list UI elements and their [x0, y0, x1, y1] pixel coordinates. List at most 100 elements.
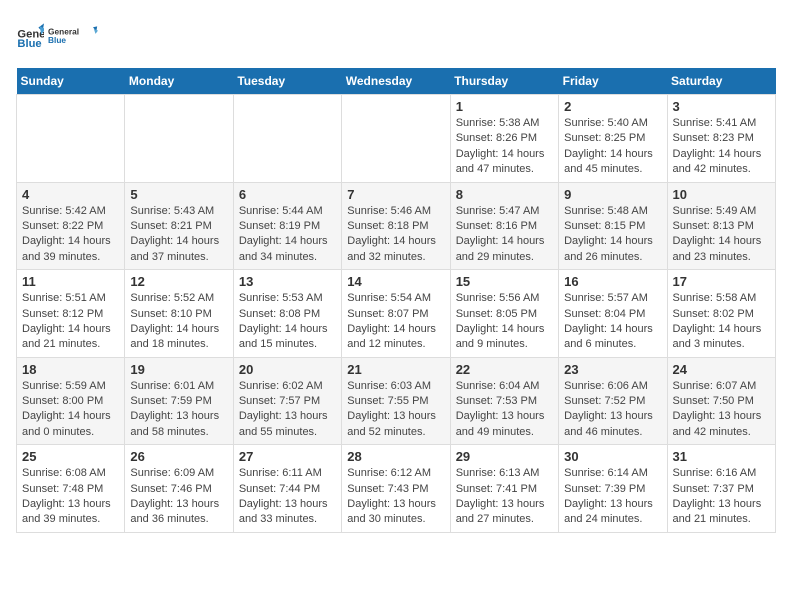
day-info: Sunrise: 6:16 AMSunset: 7:37 PMDaylight:… — [673, 466, 770, 528]
calendar-cell: 30Sunrise: 6:14 AMSunset: 7:39 PMDayligh… — [559, 445, 667, 533]
calendar-cell: 3 Sunrise: 5:41 AMSunset: 8:23 PMDaylight… — [667, 95, 775, 183]
calendar-cell: 13 Sunrise: 5:53 AMSunset: 8:08 PMDayligh… — [233, 270, 341, 358]
week-row-5: 25Sunrise: 6:08 AMSunset: 7:48 PMDayligh… — [17, 445, 776, 533]
calendar-cell: 16Sunrise: 5:57 AMSunset: 8:04 PMDayligh… — [559, 270, 667, 358]
day-info: Sunrise: 5:58 AMSunset: 8:02 PMDaylight:… — [673, 291, 770, 353]
calendar-cell: 2 Sunrise: 5:40 AMSunset: 8:25 PMDaylight… — [559, 95, 667, 183]
calendar-cell: 4 Sunrise: 5:42 AMSunset: 8:22 PMDaylight… — [17, 182, 125, 270]
day-info: Sunrise: 6:09 AMSunset: 7:46 PMDaylight:… — [130, 466, 227, 528]
day-number: 27 — [239, 449, 336, 464]
day-number: 21 — [347, 362, 444, 377]
calendar-cell: 8 Sunrise: 5:47 AMSunset: 8:16 PMDaylight… — [450, 182, 558, 270]
svg-text:Blue: Blue — [48, 35, 66, 45]
day-info: Sunrise: 6:14 AMSunset: 7:39 PMDaylight:… — [564, 466, 661, 528]
svg-text:Blue: Blue — [17, 38, 41, 50]
calendar-cell: 12 Sunrise: 5:52 AMSunset: 8:10 PMDayligh… — [125, 270, 233, 358]
calendar-cell: 18 Sunrise: 5:59 AMSunset: 8:00 PMDayligh… — [17, 357, 125, 445]
day-number: 22 — [456, 362, 553, 377]
calendar-cell: 6 Sunrise: 5:44 AMSunset: 8:19 PMDaylight… — [233, 182, 341, 270]
calendar-cell: 29Sunrise: 6:13 AMSunset: 7:41 PMDayligh… — [450, 445, 558, 533]
day-info: Sunrise: 6:07 AMSunset: 7:50 PMDaylight:… — [673, 379, 770, 441]
day-number: 18 — [22, 362, 119, 377]
calendar-cell: 24 Sunrise: 6:07 AMSunset: 7:50 PMDayligh… — [667, 357, 775, 445]
day-info: Sunrise: 5:49 AMSunset: 8:13 PMDaylight:… — [673, 204, 770, 266]
page-header: General Blue General Blue — [16, 16, 776, 56]
day-info: Sunrise: 5:38 AMSunset: 8:26 PMDaylight:… — [456, 116, 553, 178]
day-info: Sunrise: 6:12 AMSunset: 7:43 PMDaylight:… — [347, 466, 444, 528]
day-number: 6 — [239, 187, 336, 202]
calendar-cell — [125, 95, 233, 183]
header-row: SundayMondayTuesdayWednesdayThursdayFrid… — [17, 68, 776, 95]
week-row-2: 4 Sunrise: 5:42 AMSunset: 8:22 PMDaylight… — [17, 182, 776, 270]
day-info: Sunrise: 5:43 AMSunset: 8:21 PMDaylight:… — [130, 204, 227, 266]
calendar-cell: 31 Sunrise: 6:16 AMSunset: 7:37 PMDayligh… — [667, 445, 775, 533]
day-number: 10 — [673, 187, 770, 202]
calendar-cell: 5 Sunrise: 5:43 AMSunset: 8:21 PMDaylight… — [125, 182, 233, 270]
day-number: 11 — [22, 274, 119, 289]
day-number: 1 — [456, 99, 553, 114]
calendar-cell: 17 Sunrise: 5:58 AMSunset: 8:02 PMDayligh… — [667, 270, 775, 358]
day-number: 14 — [347, 274, 444, 289]
day-info: Sunrise: 6:02 AMSunset: 7:57 PMDaylight:… — [239, 379, 336, 441]
day-info: Sunrise: 5:46 AMSunset: 8:18 PMDaylight:… — [347, 204, 444, 266]
calendar-cell: 19 Sunrise: 6:01 AMSunset: 7:59 PMDayligh… — [125, 357, 233, 445]
day-info: Sunrise: 5:51 AMSunset: 8:12 PMDaylight:… — [22, 291, 119, 353]
calendar-cell: 23Sunrise: 6:06 AMSunset: 7:52 PMDayligh… — [559, 357, 667, 445]
day-info: Sunrise: 5:40 AMSunset: 8:25 PMDaylight:… — [564, 116, 661, 178]
calendar-cell: 25Sunrise: 6:08 AMSunset: 7:48 PMDayligh… — [17, 445, 125, 533]
logo-icon: General Blue — [16, 22, 44, 50]
calendar-cell: 27 Sunrise: 6:11 AMSunset: 7:44 PMDayligh… — [233, 445, 341, 533]
calendar-cell: 11 Sunrise: 5:51 AMSunset: 8:12 PMDayligh… — [17, 270, 125, 358]
day-number: 19 — [130, 362, 227, 377]
day-number: 29 — [456, 449, 553, 464]
day-header-friday: Friday — [559, 68, 667, 95]
day-number: 12 — [130, 274, 227, 289]
calendar-cell: 7 Sunrise: 5:46 AMSunset: 8:18 PMDaylight… — [342, 182, 450, 270]
day-info: Sunrise: 5:42 AMSunset: 8:22 PMDaylight:… — [22, 204, 119, 266]
day-info: Sunrise: 5:57 AMSunset: 8:04 PMDaylight:… — [564, 291, 661, 353]
day-number: 3 — [673, 99, 770, 114]
day-info: Sunrise: 5:44 AMSunset: 8:19 PMDaylight:… — [239, 204, 336, 266]
calendar-cell: 20 Sunrise: 6:02 AMSunset: 7:57 PMDayligh… — [233, 357, 341, 445]
day-number: 4 — [22, 187, 119, 202]
generalblue-logo-svg: General Blue — [48, 16, 98, 56]
day-number: 9 — [564, 187, 661, 202]
day-number: 28 — [347, 449, 444, 464]
day-number: 5 — [130, 187, 227, 202]
day-header-monday: Monday — [125, 68, 233, 95]
day-header-tuesday: Tuesday — [233, 68, 341, 95]
day-header-sunday: Sunday — [17, 68, 125, 95]
calendar-cell: 14 Sunrise: 5:54 AMSunset: 8:07 PMDayligh… — [342, 270, 450, 358]
day-number: 31 — [673, 449, 770, 464]
day-info: Sunrise: 5:52 AMSunset: 8:10 PMDaylight:… — [130, 291, 227, 353]
calendar-cell: 1 Sunrise: 5:38 AMSunset: 8:26 PMDaylight… — [450, 95, 558, 183]
week-row-3: 11 Sunrise: 5:51 AMSunset: 8:12 PMDayligh… — [17, 270, 776, 358]
day-number: 24 — [673, 362, 770, 377]
day-number: 25 — [22, 449, 119, 464]
calendar-cell — [233, 95, 341, 183]
day-info: Sunrise: 6:11 AMSunset: 7:44 PMDaylight:… — [239, 466, 336, 528]
day-info: Sunrise: 6:01 AMSunset: 7:59 PMDaylight:… — [130, 379, 227, 441]
day-info: Sunrise: 6:03 AMSunset: 7:55 PMDaylight:… — [347, 379, 444, 441]
calendar-cell: 26Sunrise: 6:09 AMSunset: 7:46 PMDayligh… — [125, 445, 233, 533]
calendar-cell — [342, 95, 450, 183]
day-number: 20 — [239, 362, 336, 377]
day-info: Sunrise: 5:53 AMSunset: 8:08 PMDaylight:… — [239, 291, 336, 353]
logo: General Blue General Blue — [16, 16, 98, 56]
day-number: 13 — [239, 274, 336, 289]
calendar-table: SundayMondayTuesdayWednesdayThursdayFrid… — [16, 68, 776, 533]
day-number: 2 — [564, 99, 661, 114]
day-info: Sunrise: 5:41 AMSunset: 8:23 PMDaylight:… — [673, 116, 770, 178]
calendar-cell: 10 Sunrise: 5:49 AMSunset: 8:13 PMDayligh… — [667, 182, 775, 270]
calendar-cell: 21 Sunrise: 6:03 AMSunset: 7:55 PMDayligh… — [342, 357, 450, 445]
day-info: Sunrise: 5:47 AMSunset: 8:16 PMDaylight:… — [456, 204, 553, 266]
day-number: 17 — [673, 274, 770, 289]
day-number: 8 — [456, 187, 553, 202]
day-number: 23 — [564, 362, 661, 377]
day-info: Sunrise: 5:54 AMSunset: 8:07 PMDaylight:… — [347, 291, 444, 353]
day-info: Sunrise: 5:59 AMSunset: 8:00 PMDaylight:… — [22, 379, 119, 441]
calendar-cell: 28 Sunrise: 6:12 AMSunset: 7:43 PMDayligh… — [342, 445, 450, 533]
day-info: Sunrise: 5:56 AMSunset: 8:05 PMDaylight:… — [456, 291, 553, 353]
day-number: 7 — [347, 187, 444, 202]
day-header-thursday: Thursday — [450, 68, 558, 95]
